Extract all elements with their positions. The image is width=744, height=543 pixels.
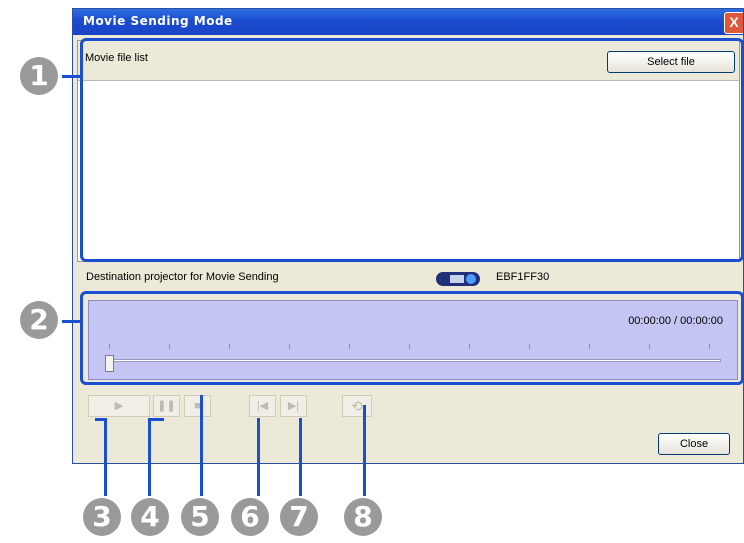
callout-badge-8: 8 <box>344 498 382 536</box>
callout-line-6 <box>257 418 260 496</box>
pause-button[interactable]: ❚❚ <box>153 395 180 417</box>
callout-badge-4: 4 <box>131 498 169 536</box>
callout-line-7 <box>299 418 302 496</box>
callout-line-1 <box>62 75 82 78</box>
destination-projector-id: EBF1FF30 <box>496 271 550 283</box>
callout-badge-3: 3 <box>83 498 121 536</box>
next-button[interactable]: ▶| <box>280 395 307 417</box>
callout-badge-5: 5 <box>181 498 219 536</box>
repeat-button[interactable]: ⟲ <box>342 395 372 417</box>
callout-line-8 <box>363 405 366 496</box>
window-title: Movie Sending Mode <box>83 14 233 28</box>
close-button[interactable]: Close <box>658 433 730 455</box>
projector-icon <box>436 272 480 286</box>
callout-line-3v <box>104 418 107 496</box>
callout-line-4v <box>148 418 151 496</box>
callout-badge-2: 2 <box>20 301 58 339</box>
title-bar: Movie Sending Mode X <box>73 9 743 35</box>
callout-badge-6: 6 <box>231 498 269 536</box>
callout-frame-file-list <box>80 38 744 262</box>
play-button[interactable]: ▶ <box>88 395 150 417</box>
callout-badge-1: 1 <box>20 57 58 95</box>
stop-button[interactable]: ■ <box>184 395 211 417</box>
destination-label: Destination projector for Movie Sending <box>86 271 279 283</box>
callout-line-5 <box>200 395 203 496</box>
previous-button[interactable]: |◀ <box>249 395 276 417</box>
window-close-button[interactable]: X <box>724 12 743 34</box>
callout-frame-playback <box>80 291 744 385</box>
callout-line-2 <box>62 320 82 323</box>
callout-badge-7: 7 <box>280 498 318 536</box>
